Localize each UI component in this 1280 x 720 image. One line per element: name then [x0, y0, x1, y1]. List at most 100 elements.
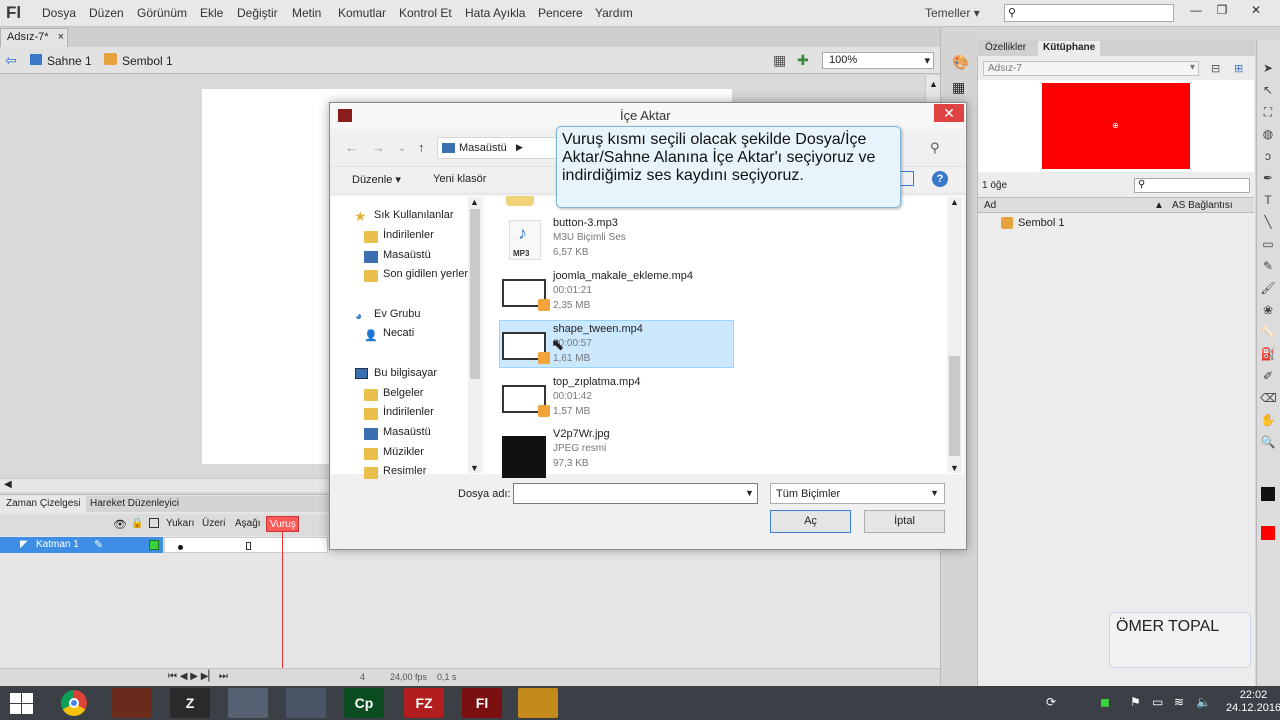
- nav-item[interactable]: Masaüstü: [383, 426, 431, 438]
- menu-item[interactable]: Yardım: [595, 6, 633, 20]
- close-tab-icon[interactable]: ×: [58, 31, 64, 43]
- nav-item[interactable]: Belgeler: [383, 387, 423, 399]
- scroll-left-icon[interactable]: ◀: [4, 479, 12, 490]
- 3d-rotation-tool-icon[interactable]: ◍: [1260, 126, 1276, 142]
- taskbar-app-chrome[interactable]: [54, 688, 94, 718]
- scene-label[interactable]: Sahne 1: [47, 54, 92, 68]
- menu-item[interactable]: Değiştir: [237, 6, 278, 20]
- taskbar-app-captivate[interactable]: Cp: [344, 688, 384, 718]
- pen-tool-icon[interactable]: ✒: [1260, 170, 1276, 186]
- scroll-up-icon[interactable]: ▲: [929, 79, 938, 89]
- symbol-label[interactable]: Sembol 1: [122, 54, 173, 68]
- keyframe-dot[interactable]: [178, 545, 183, 550]
- organize-button[interactable]: Düzenle ▾: [352, 173, 401, 186]
- rectangle-tool-icon[interactable]: ▭: [1260, 236, 1276, 252]
- cancel-button[interactable]: İptal: [864, 510, 945, 533]
- open-button[interactable]: Aç: [770, 510, 851, 533]
- help-search-input[interactable]: ⚲: [1004, 4, 1174, 22]
- taskbar-app-app-4[interactable]: [228, 688, 268, 718]
- pin-icon[interactable]: ⊟: [1211, 62, 1220, 75]
- start-button[interactable]: [8, 691, 34, 715]
- scroll-up-icon[interactable]: ▲: [950, 197, 959, 207]
- file-name[interactable]: top_zıplatma.mp4: [553, 376, 640, 388]
- menu-item[interactable]: Pencere: [538, 6, 583, 20]
- lock-icon[interactable]: 🔒: [131, 518, 143, 529]
- taskbar-app-filezilla[interactable]: FZ: [404, 688, 444, 718]
- library-search-input[interactable]: ⚲: [1134, 178, 1250, 193]
- back-icon[interactable]: ←: [345, 140, 358, 155]
- color-panel-icon[interactable]: 🎨: [952, 54, 969, 71]
- clock[interactable]: 22:02 24.12.2016: [1226, 689, 1280, 715]
- minimize-button[interactable]: —: [1186, 3, 1206, 19]
- file-type-select[interactable]: Tüm Biçimler ▼: [770, 483, 945, 504]
- tray-app-icon[interactable]: ◼: [1100, 695, 1110, 709]
- free-transform-tool-icon[interactable]: ⛶: [1260, 104, 1276, 120]
- text-tool-icon[interactable]: T: [1260, 192, 1276, 208]
- back-arrow-icon[interactable]: ⇦: [5, 52, 17, 69]
- files-scroll-thumb[interactable]: [949, 356, 960, 456]
- blank-keyframe[interactable]: [246, 542, 251, 550]
- menu-item[interactable]: Dosya: [42, 6, 76, 20]
- paint-bucket-tool-icon[interactable]: ⛽: [1260, 346, 1276, 362]
- forward-icon[interactable]: →: [372, 140, 385, 155]
- nav-item[interactable]: Sık Kullanılanlar: [374, 209, 454, 221]
- folder-icon[interactable]: [506, 196, 534, 206]
- workspace-switcher[interactable]: Temeller ▾: [925, 6, 980, 20]
- frame-rate[interactable]: 24,00 fps: [390, 672, 427, 682]
- library-document-select[interactable]: Adsız-7 ▾: [983, 61, 1199, 76]
- scroll-up-icon[interactable]: ▲: [470, 197, 479, 207]
- library-item[interactable]: Sembol 1: [1018, 217, 1064, 229]
- taskbar-app-app-3[interactable]: Z: [170, 688, 210, 718]
- menu-item[interactable]: Komutlar: [338, 6, 386, 20]
- menu-item[interactable]: Kontrol Et: [399, 6, 452, 20]
- edit-symbols-icon[interactable]: ✚: [797, 52, 809, 69]
- chevron-right-icon[interactable]: ▶: [516, 142, 523, 153]
- nav-item[interactable]: Son gidilen yerler: [383, 268, 468, 280]
- network-icon[interactable]: ⚑: [1130, 695, 1141, 709]
- swatches-panel-icon[interactable]: ▦: [952, 79, 965, 96]
- wifi-icon[interactable]: ≋: [1174, 695, 1184, 709]
- file-name[interactable]: joomla_makale_ekleme.mp4: [553, 270, 693, 282]
- document-tab[interactable]: Adsız-7* ×: [0, 28, 68, 47]
- file-name[interactable]: button-3.mp3: [553, 217, 618, 229]
- search-icon[interactable]: ⚲: [930, 140, 940, 156]
- bone-tool-icon[interactable]: 🦴: [1260, 324, 1276, 340]
- pencil-tool-icon[interactable]: ✎: [1260, 258, 1276, 274]
- outline-icon[interactable]: [149, 518, 159, 528]
- filename-input[interactable]: [513, 483, 758, 504]
- new-library-icon[interactable]: ⊞: [1234, 62, 1243, 75]
- eye-icon[interactable]: 👁: [113, 518, 127, 531]
- chevron-down-icon[interactable]: ▼: [745, 488, 754, 498]
- edit-scene-icon[interactable]: ▦: [773, 52, 786, 69]
- nav-item[interactable]: İndirilenler: [383, 229, 434, 241]
- line-tool-icon[interactable]: ╲: [1260, 214, 1276, 230]
- help-icon[interactable]: ?: [932, 171, 948, 187]
- menu-item[interactable]: Ekle: [200, 6, 223, 20]
- nav-scroll-thumb[interactable]: [470, 209, 480, 379]
- zoom-tool-icon[interactable]: 🔍: [1260, 434, 1276, 450]
- volume-icon[interactable]: 🔈: [1196, 695, 1211, 709]
- tab-library[interactable]: Kütüphane: [1038, 41, 1101, 56]
- scroll-down-icon[interactable]: ▼: [470, 463, 479, 473]
- brush-tool-icon[interactable]: 🖌: [1260, 280, 1276, 296]
- menu-item[interactable]: Görünüm: [137, 6, 187, 20]
- up-icon[interactable]: ↑: [418, 140, 425, 155]
- nav-item[interactable]: Necati: [383, 327, 414, 339]
- taskbar-app-flash[interactable]: Fl: [462, 688, 502, 718]
- menu-item[interactable]: Düzen: [89, 6, 124, 20]
- taskbar-app-app-2[interactable]: [112, 688, 152, 718]
- nav-item[interactable]: Resimler: [383, 465, 426, 477]
- taskbar-app-app-9[interactable]: [518, 688, 558, 718]
- scroll-down-icon[interactable]: ▼: [950, 463, 959, 473]
- playback-controls[interactable]: ⏮ ◀ ▶ ▶▏ ⏭: [168, 671, 228, 682]
- close-window-button[interactable]: ✕: [1246, 3, 1266, 19]
- nav-item[interactable]: Masaüstü: [383, 249, 431, 261]
- tab-timeline[interactable]: Zaman Çizelgesi: [0, 496, 87, 512]
- tab-properties[interactable]: Özellikler: [980, 41, 1031, 56]
- dialog-close-button[interactable]: ✕: [934, 104, 964, 122]
- col-name[interactable]: Ad: [984, 200, 996, 211]
- stroke-color-swatch[interactable]: [1261, 487, 1275, 501]
- update-icon[interactable]: ⟳: [1046, 695, 1056, 709]
- nav-item[interactable]: Müzikler: [383, 446, 424, 458]
- deco-tool-icon[interactable]: ❀: [1260, 302, 1276, 318]
